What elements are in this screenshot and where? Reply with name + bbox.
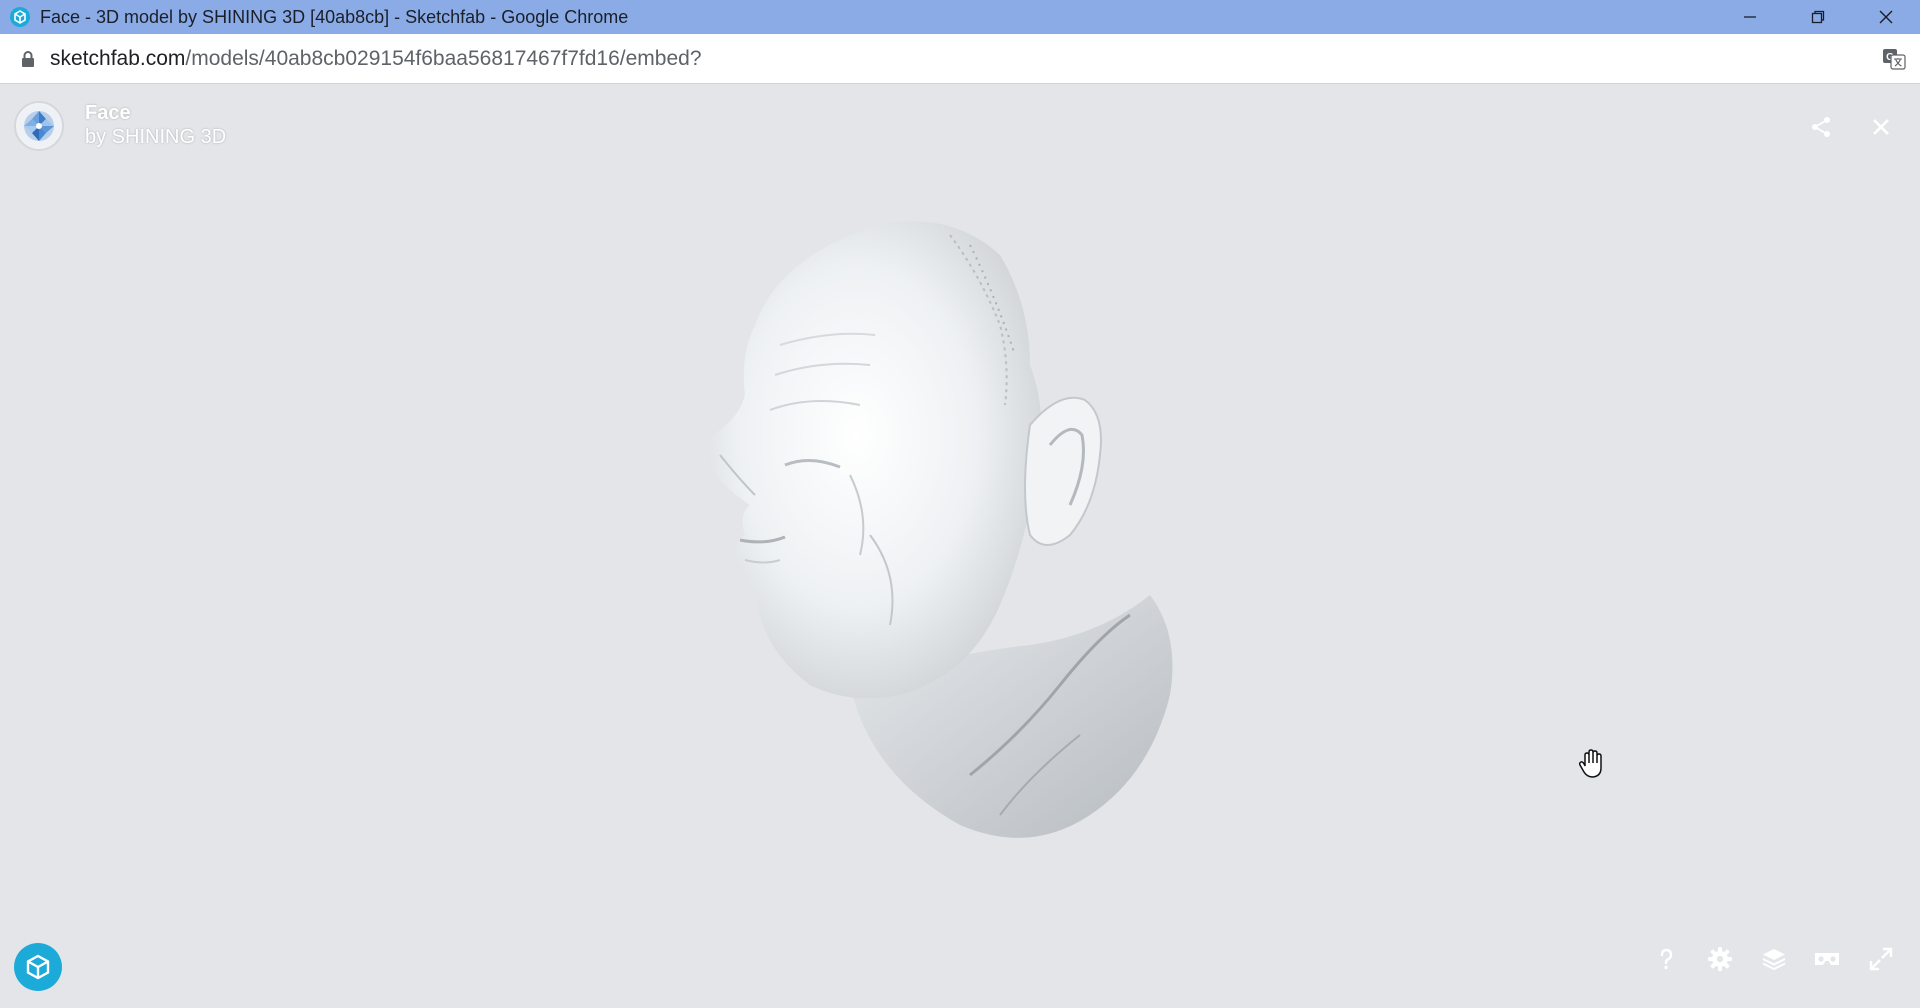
url-path: /models/40ab8cb029154f6baa56817467f7fd16… bbox=[185, 46, 702, 70]
face-3d-model[interactable] bbox=[700, 215, 1240, 845]
close-icon bbox=[1879, 10, 1893, 24]
url-text[interactable]: sketchfab.com/models/40ab8cb029154f6baa5… bbox=[50, 47, 702, 71]
avatar-image-icon bbox=[17, 104, 61, 148]
restore-icon bbox=[1811, 10, 1825, 24]
translate-icon[interactable]: G bbox=[1882, 48, 1906, 70]
vr-headset-icon[interactable] bbox=[1813, 945, 1841, 973]
grab-hand-cursor-icon bbox=[1578, 749, 1602, 778]
window-titlebar: Face - 3D model by SHINING 3D [40ab8cb] … bbox=[0, 0, 1920, 34]
sketchfab-logo-icon bbox=[26, 954, 50, 980]
minimize-icon bbox=[1744, 16, 1756, 18]
model-title[interactable]: Face bbox=[85, 102, 131, 125]
sketchfab-favicon-icon bbox=[10, 7, 30, 27]
layers-icon[interactable] bbox=[1760, 945, 1788, 973]
fullscreen-icon[interactable] bbox=[1867, 945, 1895, 973]
model-author[interactable]: by SHINING 3D bbox=[85, 126, 226, 149]
restore-button[interactable] bbox=[1784, 0, 1852, 34]
url-domain: sketchfab.com bbox=[50, 46, 186, 70]
settings-gear-icon[interactable] bbox=[1706, 945, 1734, 973]
close-window-button[interactable] bbox=[1852, 0, 1920, 34]
minimize-button[interactable] bbox=[1716, 0, 1784, 34]
help-icon[interactable] bbox=[1652, 945, 1680, 973]
author-avatar[interactable] bbox=[14, 101, 64, 151]
address-bar[interactable]: sketchfab.com/models/40ab8cb029154f6baa5… bbox=[0, 34, 1920, 84]
window-title: Face - 3D model by SHINING 3D [40ab8cb] … bbox=[40, 6, 629, 27]
lock-icon[interactable] bbox=[20, 50, 36, 68]
close-icon[interactable] bbox=[1868, 114, 1894, 140]
model-viewer-canvas[interactable]: Face by SHINING 3D bbox=[0, 85, 1920, 1008]
share-icon[interactable] bbox=[1808, 114, 1834, 140]
sketchfab-logo-button[interactable] bbox=[14, 943, 62, 991]
